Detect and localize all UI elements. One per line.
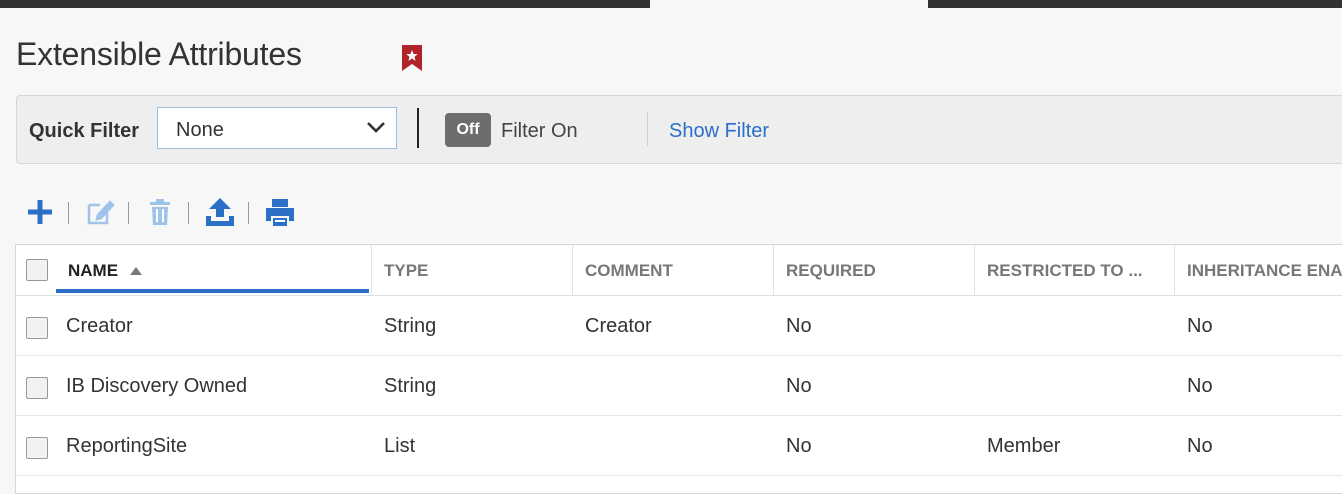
print-icon: [266, 199, 294, 226]
cell-inheritance: No: [1187, 435, 1213, 457]
filter-toggle[interactable]: Off: [445, 113, 491, 147]
toolbar-separator: [188, 202, 189, 224]
attributes-table: NAME TYPE COMMENT REQUIRED RESTRICTED TO…: [15, 244, 1342, 494]
cell-name: ReportingSite: [66, 435, 188, 457]
cell-type: List: [384, 435, 416, 457]
cell-name: IB Discovery Owned: [66, 375, 248, 397]
cell-inheritance: No: [1187, 315, 1213, 337]
cell-name: Creator: [66, 315, 133, 337]
cell-required: No: [786, 375, 812, 397]
toolbar-separator: [128, 202, 129, 224]
edit-icon: [87, 200, 115, 225]
top-tab-strip: [0, 0, 1342, 8]
chevron-down-icon: [367, 122, 385, 133]
cell-inheritance: No: [1187, 375, 1213, 397]
table-row[interactable]: ReportingSite List No Member No: [16, 416, 1342, 476]
column-header-comment[interactable]: COMMENT: [573, 245, 774, 296]
column-header-label: NAME: [68, 261, 119, 280]
add-button[interactable]: [24, 196, 56, 228]
tab-strip-left: [0, 0, 650, 8]
plus-icon: [28, 200, 52, 224]
table-row[interactable]: Creator String Creator No No: [16, 296, 1342, 356]
column-header-type[interactable]: TYPE: [372, 245, 573, 296]
row-checkbox[interactable]: [26, 437, 48, 459]
cell-comment: Creator: [585, 315, 652, 337]
sort-ascending-icon: [129, 267, 142, 275]
page-title: Extensible Attributes: [16, 36, 302, 72]
table-header: NAME TYPE COMMENT REQUIRED RESTRICTED TO…: [16, 245, 1342, 296]
column-header-required[interactable]: REQUIRED: [774, 245, 975, 296]
bookmark-icon[interactable]: [401, 44, 423, 72]
trash-icon: [150, 199, 170, 225]
delete-button[interactable]: [144, 196, 176, 228]
select-all-checkbox[interactable]: [26, 259, 48, 281]
edit-button[interactable]: [84, 196, 116, 228]
column-header-inheritance[interactable]: INHERITANCE ENA: [1175, 245, 1342, 296]
cell-type: String: [384, 315, 437, 337]
filter-divider: [417, 108, 419, 148]
row-checkbox[interactable]: [26, 377, 48, 399]
table-row[interactable]: IB Discovery Owned String No No: [16, 356, 1342, 416]
show-filter-link[interactable]: Show Filter: [669, 120, 769, 143]
tab-strip-right: [928, 0, 1342, 8]
cell-required: No: [786, 435, 812, 457]
quick-filter-label: Quick Filter: [29, 120, 140, 142]
toolbar-separator: [248, 202, 249, 224]
cell-required: No: [786, 315, 812, 337]
row-checkbox[interactable]: [26, 317, 48, 339]
quick-filter-value: None: [176, 119, 224, 141]
print-button[interactable]: [264, 196, 296, 228]
filter-divider-light: [647, 112, 648, 146]
cell-restricted: Member: [987, 435, 1061, 457]
export-button[interactable]: [204, 196, 236, 228]
upload-icon: [206, 198, 234, 226]
cell-type: String: [384, 375, 437, 397]
sort-indicator-bar: [56, 289, 369, 293]
quick-filter-select[interactable]: None: [157, 107, 397, 149]
quick-filter-bar: Quick Filter None Off Filter On Show Fil…: [16, 95, 1342, 164]
filter-on-label: Filter On: [501, 120, 578, 142]
column-header-restricted[interactable]: RESTRICTED TO ...: [975, 245, 1175, 296]
toolbar-separator: [68, 202, 69, 224]
